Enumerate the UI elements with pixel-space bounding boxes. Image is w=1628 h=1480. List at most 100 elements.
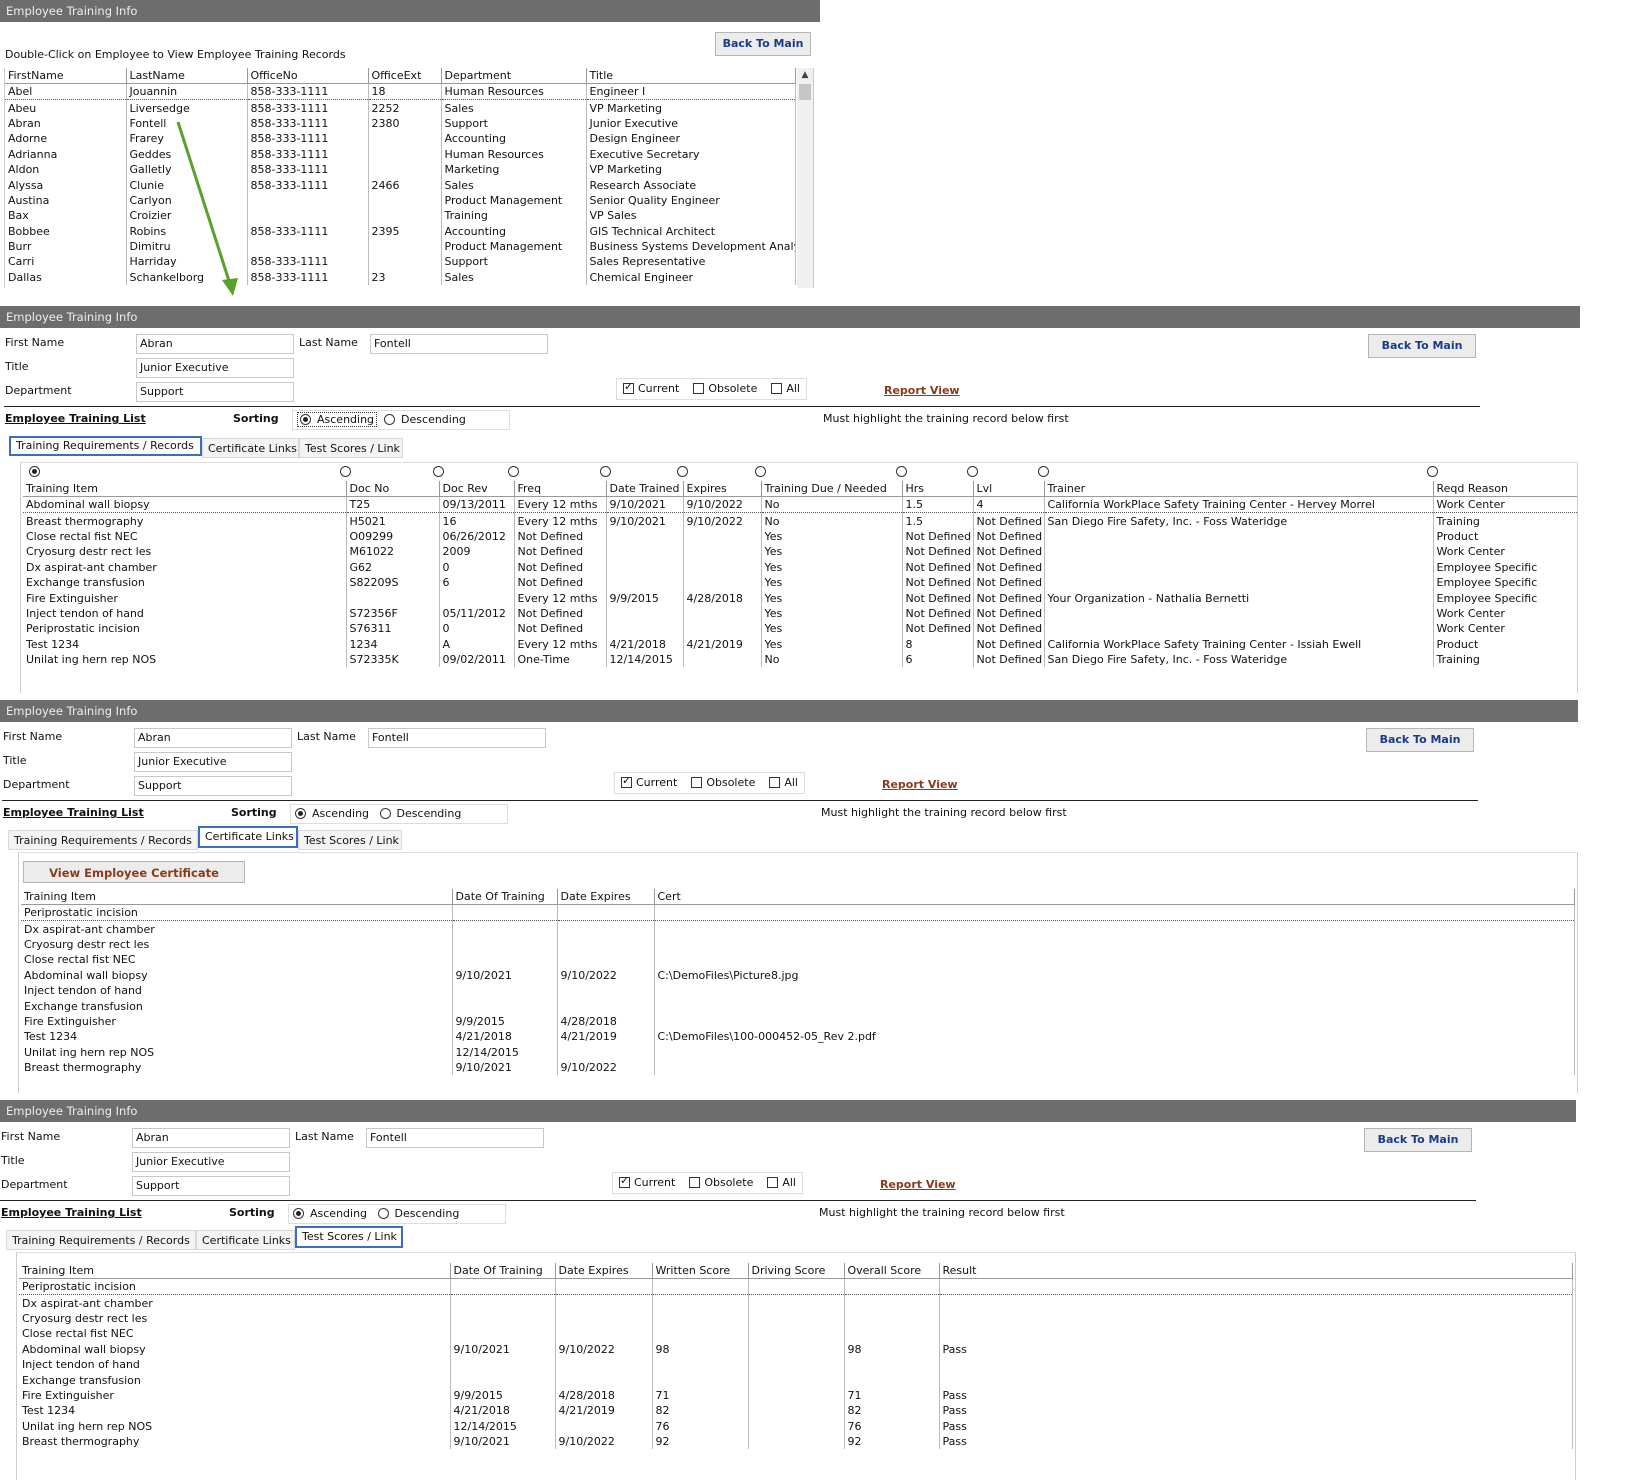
table-row[interactable]: Carri Harriday 858-333-1111 Support Sales Re…: [5, 254, 796, 270]
table-row[interactable]: Abel Jouannin 858-333-1111 18 Human Resource…: [5, 82, 796, 101]
column-header[interactable]: Date Expires: [557, 889, 655, 905]
table-row[interactable]: Abdominal wall biopsy 9/10/2021 9/10/2022 9…: [19, 1341, 1573, 1357]
current-checkbox[interactable]: Current: [619, 1174, 675, 1189]
column-header[interactable]: Department: [441, 68, 587, 84]
column-sort-radio-icon[interactable]: [433, 466, 444, 477]
certificate-grid[interactable]: Training Item Date Of Training Date Expire…: [21, 889, 1575, 1076]
table-row[interactable]: Unilat ing hern rep NOS 12/14/2015 76 76 Pas…: [19, 1418, 1573, 1434]
tab-test-scores[interactable]: Test Scores / Link: [298, 830, 402, 850]
table-row[interactable]: Abran Fontell 858-333-1111 2380 Support Junio…: [5, 115, 796, 132]
table-row[interactable]: Exchange transfusion S82209S 6 Not Defined Y…: [23, 574, 1577, 591]
column-header[interactable]: Date Trained: [606, 481, 684, 497]
title-field[interactable]: Junior Executive: [136, 358, 294, 378]
report-view-link[interactable]: Report View: [884, 384, 960, 397]
column-sort-radio-icon[interactable]: [508, 466, 519, 477]
descending-radio[interactable]: Descending: [379, 807, 461, 820]
column-header[interactable]: Date Of Training: [452, 889, 558, 905]
column-header[interactable]: LastName: [126, 68, 248, 84]
table-row[interactable]: Periprostatic incision S76311 0 Not Defined…: [23, 621, 1577, 637]
table-row[interactable]: Unilat ing hern rep NOS 12/14/2015: [21, 1044, 1575, 1060]
column-header[interactable]: OfficeExt: [368, 68, 442, 84]
column-header[interactable]: Date Of Training: [450, 1263, 556, 1279]
view-employee-certificate-button[interactable]: View Employee Certificate: [23, 861, 245, 883]
tab-training-requirements[interactable]: Training Requirements / Records: [8, 830, 198, 850]
table-row[interactable]: Dx aspirat-ant chamber: [21, 920, 1575, 937]
table-row[interactable]: Test 1234 4/21/2018 4/21/2019 82 82 Pass: [19, 1403, 1573, 1419]
ascending-radio[interactable]: Ascending: [295, 807, 369, 820]
scroll-thumb[interactable]: [799, 84, 811, 100]
tab-test-scores[interactable]: Test Scores / Link: [299, 438, 403, 458]
last-name-field[interactable]: Fontell: [366, 1128, 544, 1148]
column-header[interactable]: Doc No: [346, 481, 440, 497]
descending-radio[interactable]: Descending: [377, 1207, 459, 1220]
table-row[interactable]: Close rectal fist NEC O09299 06/26/2012 Not…: [23, 528, 1577, 545]
employee-grid[interactable]: FirstName LastName OfficeNo OfficeExt Depart…: [5, 68, 796, 286]
table-row[interactable]: Abdominal wall biopsy 9/10/2021 9/10/2022 C…: [21, 967, 1575, 983]
table-row[interactable]: Abeu Liversedge 858-333-1111 2252 Sales VP Ma…: [5, 99, 796, 116]
table-row[interactable]: Inject tendon of hand: [19, 1356, 1573, 1373]
column-sort-radio-icon[interactable]: [600, 466, 611, 477]
column-header[interactable]: Trainer: [1044, 481, 1434, 497]
column-header[interactable]: FirstName: [5, 68, 127, 84]
table-row[interactable]: Austina Carlyon Product Management Senior Q…: [5, 192, 796, 209]
column-header[interactable]: Training Item: [19, 1263, 451, 1279]
column-sort-radio-icon[interactable]: [340, 466, 351, 477]
column-header[interactable]: OfficeNo: [247, 68, 369, 84]
back-to-main-button[interactable]: Back To Main: [1368, 334, 1476, 358]
table-row[interactable]: Bobbee Robins 858-333-1111 2395 Accounting GI…: [5, 223, 796, 239]
table-row[interactable]: Inject tendon of hand: [21, 982, 1575, 999]
obsolete-checkbox[interactable]: Obsolete: [693, 382, 757, 395]
table-row[interactable]: Breast thermography 9/10/2021 9/10/2022: [21, 1059, 1575, 1076]
table-row[interactable]: Fire Extinguisher 9/9/2015 4/28/2018: [21, 1013, 1575, 1030]
department-field[interactable]: Support: [136, 382, 294, 402]
all-checkbox[interactable]: All: [771, 382, 800, 395]
column-sort-radio-icon[interactable]: [967, 466, 978, 477]
tab-training-requirements[interactable]: Training Requirements / Records: [6, 1230, 196, 1250]
table-row[interactable]: Test 1234 4/21/2018 4/21/2019 C:\DemoFiles\…: [21, 1029, 1575, 1045]
tab-certificate-links[interactable]: Certificate Links: [196, 1230, 295, 1250]
department-field[interactable]: Support: [132, 1176, 290, 1196]
table-row[interactable]: Close rectal fist NEC: [21, 952, 1575, 968]
tab-certificate-links[interactable]: Certificate Links: [202, 438, 299, 458]
column-header[interactable]: Lvl: [973, 481, 1045, 497]
report-view-link[interactable]: Report View: [882, 778, 958, 791]
column-header[interactable]: Training Item: [21, 889, 453, 905]
table-row[interactable]: Cryosurg destr rect les M61022 2009 Not Def…: [23, 544, 1577, 560]
table-row[interactable]: Exchange transfusion: [19, 1372, 1573, 1388]
table-row[interactable]: Aldon Galletly 858-333-1111 Marketing VP Mar…: [5, 161, 796, 178]
obsolete-checkbox[interactable]: Obsolete: [691, 776, 755, 789]
tab-certificate-links[interactable]: Certificate Links: [198, 826, 298, 848]
table-row[interactable]: Periprostatic incision: [19, 1277, 1573, 1296]
table-row[interactable]: Close rectal fist NEC: [19, 1326, 1573, 1342]
column-header[interactable]: Freq: [514, 481, 607, 497]
table-row[interactable]: Abdominal wall biopsy T25 09/13/2011 Every …: [23, 495, 1577, 514]
column-header[interactable]: Date Expires: [555, 1263, 653, 1279]
table-row[interactable]: Breast thermography 9/10/2021 9/10/2022 92 9…: [19, 1433, 1573, 1450]
column-header[interactable]: Title: [586, 68, 796, 84]
tab-test-scores[interactable]: Test Scores / Link: [295, 1226, 403, 1248]
requirements-grid[interactable]: Training Item Doc No Doc Rev Freq Date Train…: [23, 481, 1577, 668]
table-row[interactable]: Adorne Frarey 858-333-1111 Accounting Design…: [5, 131, 796, 147]
table-row[interactable]: Cryosurg destr rect les: [21, 936, 1575, 953]
table-row[interactable]: Periprostatic incision: [21, 903, 1575, 922]
column-header[interactable]: Result: [939, 1263, 1573, 1279]
ascending-radio[interactable]: Ascending: [297, 412, 378, 427]
obsolete-checkbox[interactable]: Obsolete: [689, 1176, 753, 1189]
last-name-field[interactable]: Fontell: [368, 728, 546, 748]
table-row[interactable]: Unilat ing hern rep NOS S72335K 09/02/2011…: [23, 651, 1577, 668]
table-row[interactable]: Bax Croizier Training VP Sales: [5, 208, 796, 224]
table-row[interactable]: Adrianna Geddes 858-333-1111 Human Resource…: [5, 146, 796, 162]
column-header[interactable]: Reqd Reason: [1433, 481, 1577, 497]
first-name-field[interactable]: Abran: [132, 1128, 290, 1148]
column-header[interactable]: Expires: [683, 481, 762, 497]
table-row[interactable]: Alyssa Clunie 858-333-1111 2466 Sales Researc…: [5, 177, 796, 193]
ascending-radio[interactable]: Ascending: [293, 1207, 367, 1220]
column-header[interactable]: Cert: [654, 889, 1575, 905]
table-row[interactable]: Dx aspirat-ant chamber G62 0 Not Defined Yes…: [23, 559, 1577, 575]
all-checkbox[interactable]: All: [769, 776, 798, 789]
table-row[interactable]: Burr Dimitru Product Management Business Sy…: [5, 238, 796, 255]
tab-training-requirements[interactable]: Training Requirements / Records: [9, 436, 202, 456]
column-header[interactable]: Driving Score: [748, 1263, 845, 1279]
back-to-main-button[interactable]: Back To Main: [715, 32, 811, 56]
first-name-field[interactable]: Abran: [136, 334, 294, 354]
